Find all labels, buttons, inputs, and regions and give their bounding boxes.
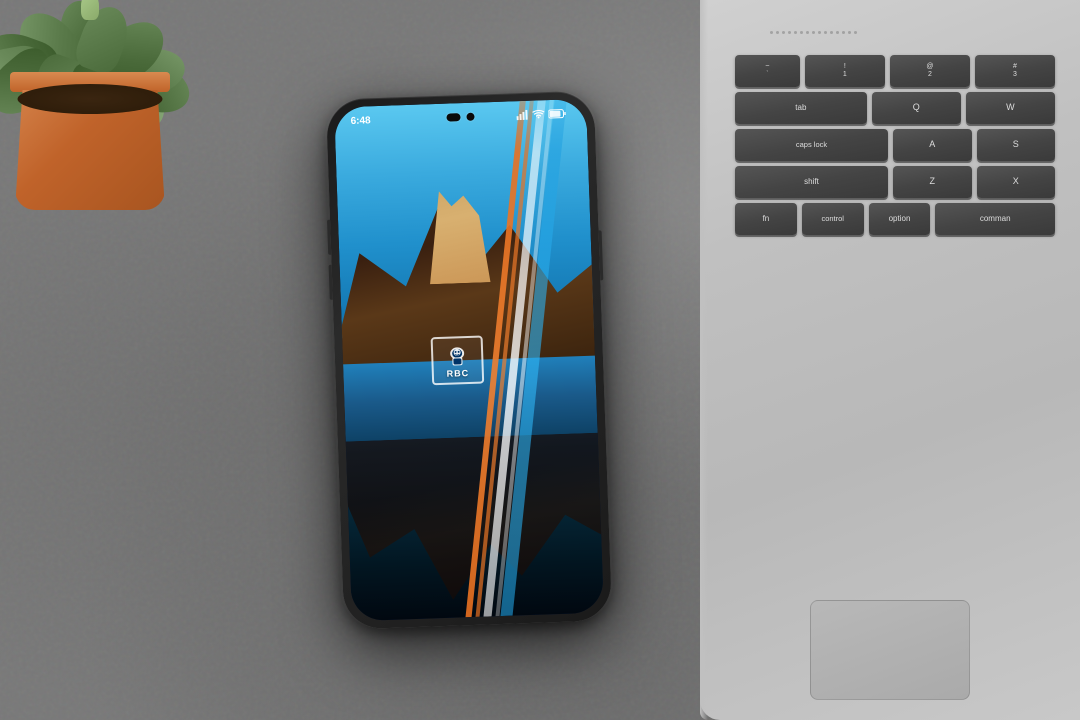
wifi-icon (532, 109, 544, 119)
grille-dot (788, 31, 791, 34)
battery-icon (548, 108, 566, 119)
grille-dot (794, 31, 797, 34)
key-option[interactable]: option (869, 203, 931, 235)
grille-dot (806, 31, 809, 34)
key-q[interactable]: Q (872, 92, 961, 124)
phone-screen[interactable]: RBC 6:48 (334, 99, 604, 621)
grille-dot (770, 31, 773, 34)
key-row-number: ~` !1 @2 #3 (735, 55, 1055, 87)
key-capslock[interactable]: caps lock (735, 129, 888, 161)
volume-down-button (329, 265, 333, 300)
key-fn[interactable]: fn (735, 203, 797, 235)
key-s[interactable]: S (977, 129, 1056, 161)
key-control[interactable]: control (802, 203, 864, 235)
plant-container (0, 0, 230, 220)
rbc-logo-box: RBC (431, 336, 485, 386)
status-time: 6:48 (350, 115, 370, 127)
rbc-text: RBC (446, 368, 469, 379)
grille-dot (824, 31, 827, 34)
rbc-lion-icon (442, 342, 473, 367)
grille-dot (818, 31, 821, 34)
key-tab[interactable]: tab (735, 92, 867, 124)
touchpad[interactable] (810, 600, 970, 700)
grille-dot (836, 31, 839, 34)
key-shift[interactable]: shift (735, 166, 888, 198)
front-camera (446, 113, 474, 122)
phone-body: RBC 6:48 (326, 90, 612, 629)
key-1[interactable]: !1 (805, 55, 885, 87)
camera-dot (466, 113, 474, 121)
plant-pot (10, 80, 170, 210)
grille-dot (848, 31, 851, 34)
status-icons (516, 108, 566, 120)
key-a[interactable]: A (893, 129, 972, 161)
key-row-shift: shift Z X (735, 166, 1055, 198)
camera-sensor (446, 113, 460, 121)
rbc-logo: RBC (427, 330, 487, 390)
key-row-tab: tab Q W (735, 92, 1055, 124)
key-row-caps: caps lock A S (735, 129, 1055, 161)
grille-dot (800, 31, 803, 34)
speaker-grille (770, 25, 1050, 40)
grille-dot (842, 31, 845, 34)
grille-dot (782, 31, 785, 34)
smartphone: RBC 6:48 (326, 90, 612, 629)
pot-soil (18, 84, 163, 114)
grille-dot (854, 31, 857, 34)
grille-dot (830, 31, 833, 34)
signal-icon (516, 110, 528, 120)
grille-dot (812, 31, 815, 34)
key-w[interactable]: W (966, 92, 1055, 124)
key-tilde[interactable]: ~` (735, 55, 800, 87)
key-z[interactable]: Z (893, 166, 972, 198)
keyboard: ~` !1 @2 #3 tab Q W (735, 55, 1055, 635)
key-3[interactable]: #3 (975, 55, 1055, 87)
laptop: ~` !1 @2 #3 tab Q W (700, 0, 1080, 720)
volume-up-button (327, 220, 331, 255)
laptop-edge (700, 0, 708, 720)
key-x[interactable]: X (977, 166, 1056, 198)
key-2[interactable]: @2 (890, 55, 970, 87)
grille-dot (776, 31, 779, 34)
key-command[interactable]: comman (935, 203, 1055, 235)
laptop-body: ~` !1 @2 #3 tab Q W (700, 0, 1080, 720)
leaf-center (81, 0, 99, 20)
key-row-modifier: fn control option comman (735, 203, 1055, 235)
